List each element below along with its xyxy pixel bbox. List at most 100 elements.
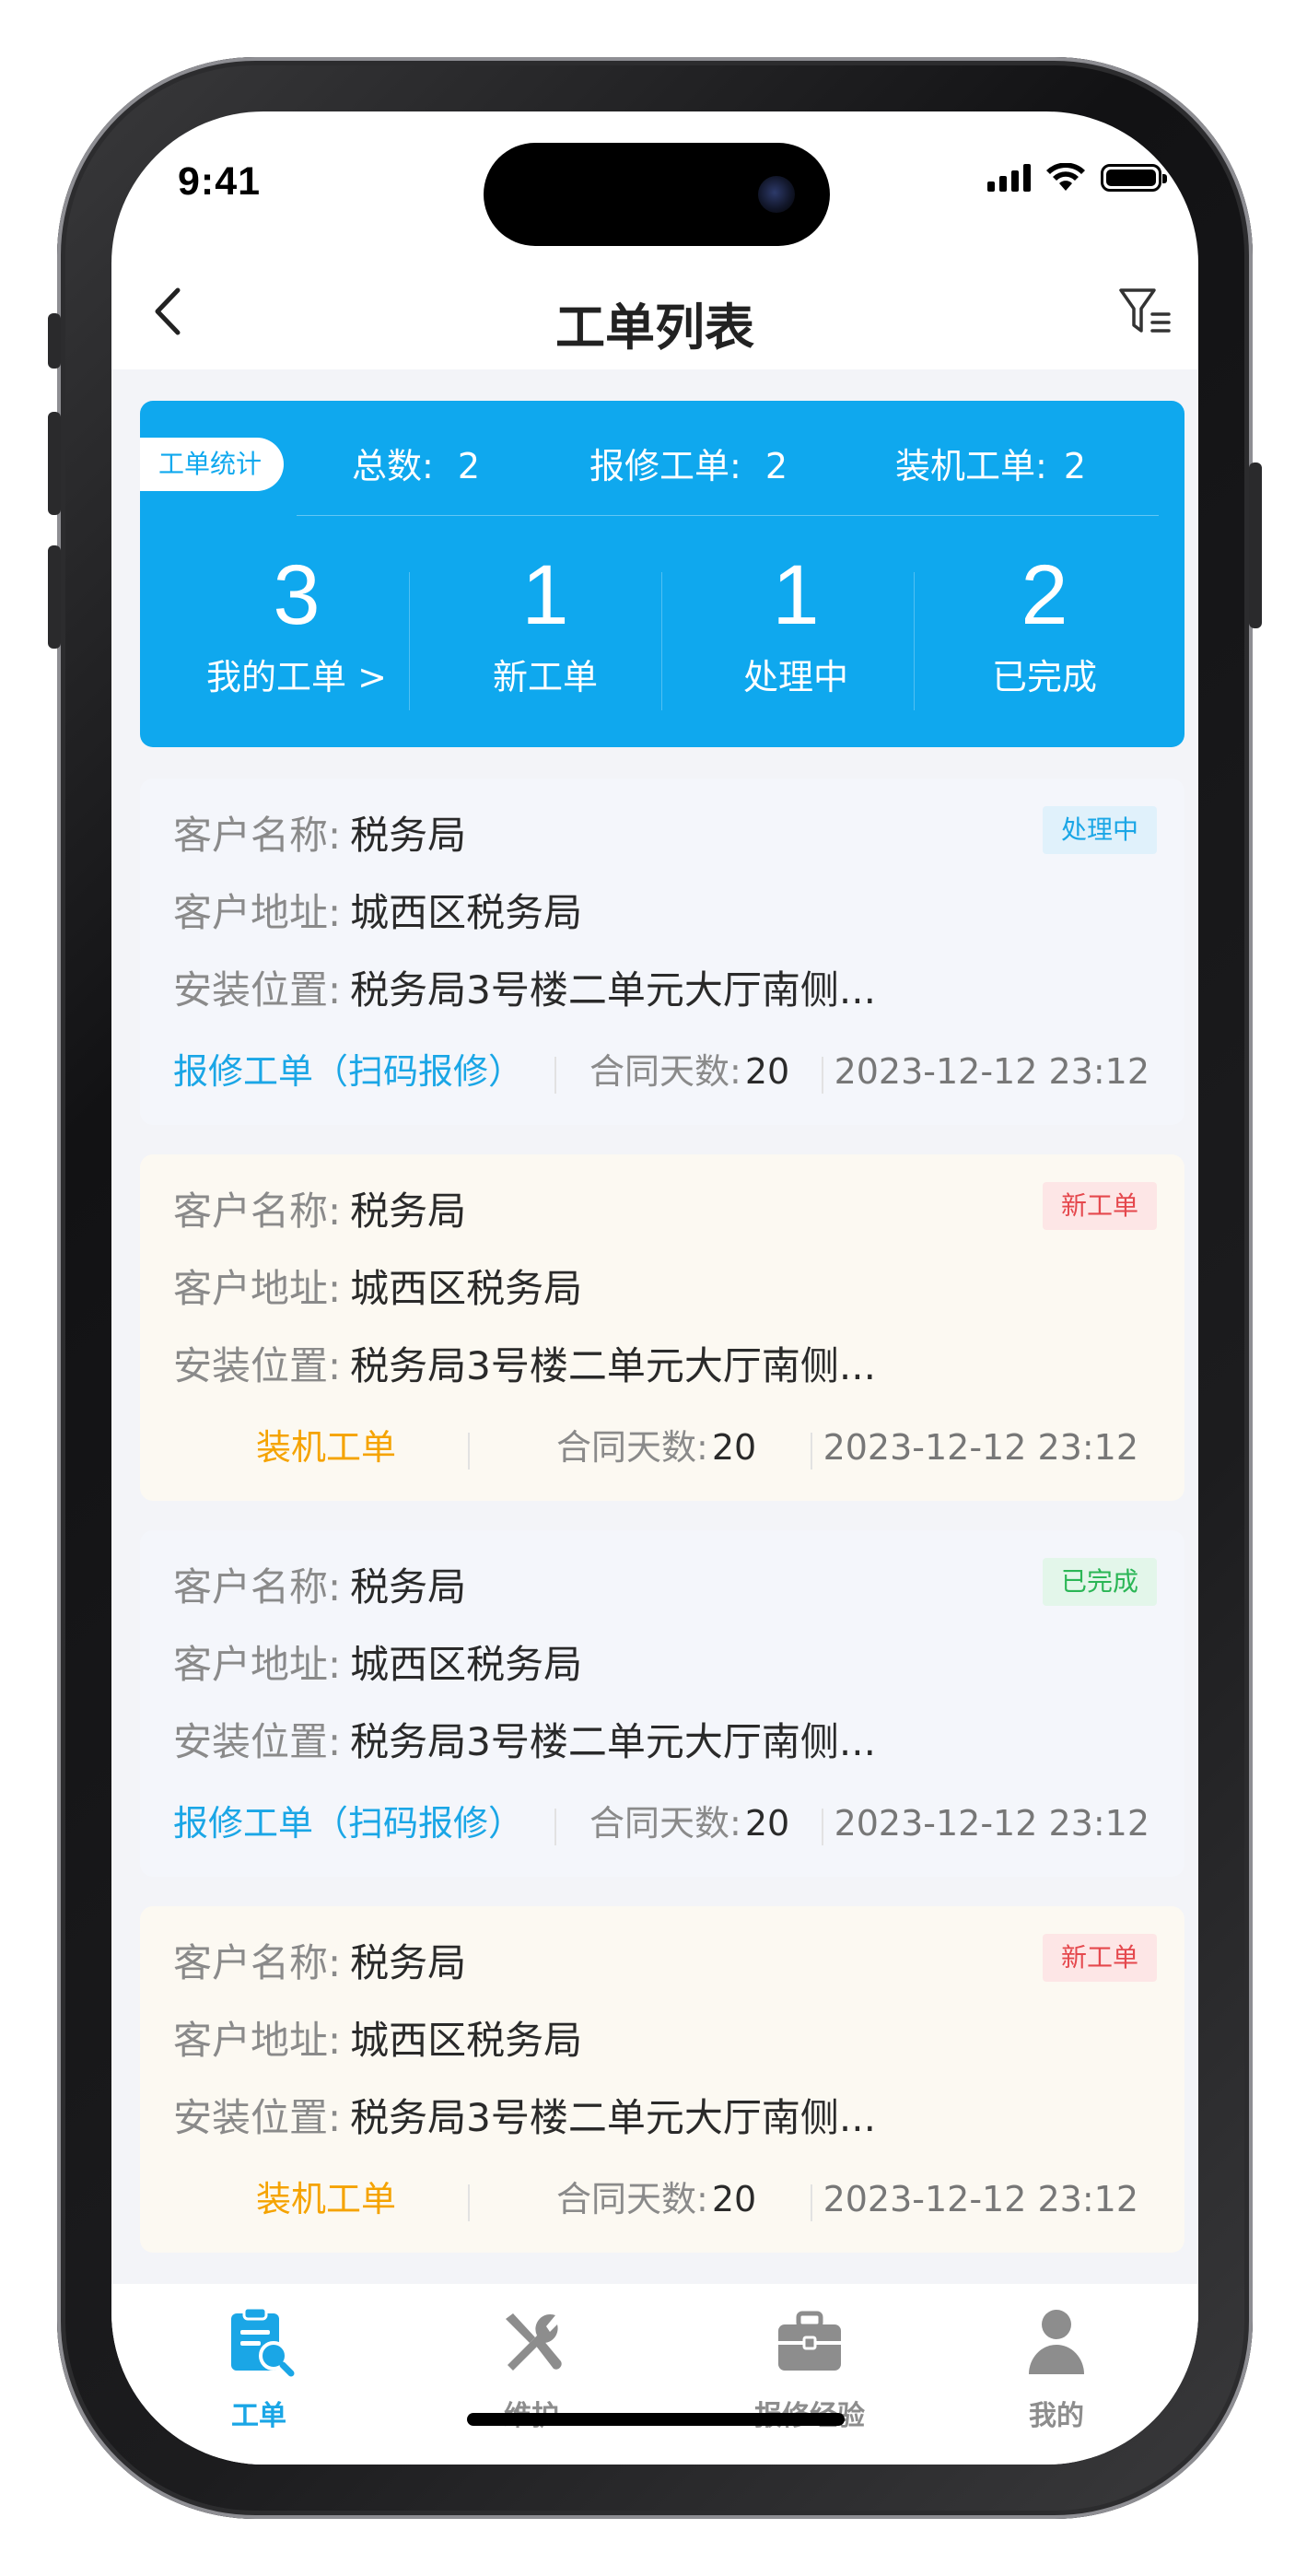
customer-name-row: 客户名称: 税务局	[173, 1936, 466, 1991]
tab-work-order[interactable]: 工单	[158, 2304, 360, 2433]
order-date: 2023-12-12 23:12	[823, 2179, 1138, 2219]
install-location-value: 税务局3号楼二单元大厅南侧...	[350, 1343, 876, 1388]
stat-label: 处理中	[742, 657, 848, 697]
contract-days-value: 20	[711, 2179, 757, 2219]
customer-name-label: 客户名称:	[173, 1940, 342, 1985]
stats-install-label: 装机工单:	[895, 446, 1047, 486]
customer-address-value: 城西区税务局	[350, 1266, 583, 1311]
contract-days-value: 20	[744, 1803, 790, 1844]
work-order-icon	[231, 2306, 295, 2377]
contract-days-label: 合同天数:	[556, 1427, 708, 1468]
contract-days-label: 合同天数:	[589, 1051, 741, 1092]
install-location-label: 安装位置:	[173, 1343, 342, 1388]
stats-card: 工单统计 总数: 2 报修工单: 2 装机工单: 2 3 我的工单 > 1 新工…	[140, 401, 1184, 747]
customer-address-row: 客户地址: 城西区税务局	[173, 2013, 582, 2068]
status-badge: 新工单	[1042, 1182, 1157, 1230]
stats-total: 总数: 2	[352, 439, 480, 493]
stat-new-orders[interactable]: 1 新工单	[426, 544, 665, 703]
power-button	[1249, 463, 1262, 628]
footer-separator	[554, 1057, 556, 1094]
stats-repair-value: 2	[764, 446, 788, 486]
stats-repair-label: 报修工单:	[589, 446, 741, 486]
customer-address-row: 客户地址: 城西区税务局	[173, 1637, 582, 1692]
contract-days: 合同天数: 20	[556, 2173, 756, 2225]
install-location-value: 税务局3号楼二单元大厅南侧...	[350, 1719, 876, 1764]
order-type: 装机工单	[256, 1427, 397, 1468]
footer-separator	[822, 1057, 823, 1094]
camera-icon	[758, 176, 795, 213]
home-indicator	[467, 2413, 845, 2426]
install-location-row: 安装位置: 税务局3号楼二单元大厅南侧...	[173, 1715, 876, 1770]
battery-icon	[1101, 164, 1167, 192]
stats-tag: 工单统计	[140, 438, 285, 491]
wrench-screwdriver-icon	[506, 2313, 562, 2371]
action-button	[48, 313, 61, 369]
footer-separator	[554, 1809, 556, 1845]
person-icon	[1029, 2310, 1084, 2374]
work-order-card[interactable]: 新工单 客户名称: 税务局 客户地址: 城西区税务局 安装位置: 税务局3号楼二单元大…	[140, 1154, 1184, 1501]
contract-days-value: 20	[711, 1427, 757, 1468]
customer-address-label: 客户地址:	[173, 890, 342, 935]
contract-days-label: 合同天数:	[556, 2179, 708, 2219]
status-icons	[987, 163, 1167, 193]
stat-value: 3	[273, 548, 321, 642]
customer-name-value: 税务局	[350, 813, 467, 858]
tab-label: 工单	[231, 2400, 286, 2432]
customer-address-label: 客户地址:	[173, 1266, 342, 1311]
install-location-value: 税务局3号楼二单元大厅南侧...	[350, 967, 876, 1013]
order-type: 报修工单（扫码报修）	[173, 1051, 524, 1092]
footer-separator	[811, 2184, 812, 2221]
install-location-label: 安装位置:	[173, 967, 342, 1013]
install-location-label: 安装位置:	[173, 1719, 342, 1764]
wifi-icon	[1046, 163, 1085, 191]
stat-my-orders[interactable]: 3 我的工单 >	[177, 544, 416, 703]
stats-install: 装机工单: 2	[895, 439, 1086, 493]
dynamic-island	[484, 143, 830, 246]
tab-mine[interactable]: 我的	[955, 2304, 1158, 2433]
order-date: 2023-12-12 23:12	[834, 1051, 1149, 1092]
customer-name-row: 客户名称: 税务局	[173, 1184, 466, 1239]
install-location-row: 安装位置: 税务局3号楼二单元大厅南侧...	[173, 1339, 876, 1394]
contract-days-value: 20	[744, 1051, 790, 1092]
footer-separator	[811, 1433, 812, 1469]
order-date: 2023-12-12 23:12	[823, 1427, 1138, 1468]
volume-up-button	[48, 412, 61, 515]
order-type: 装机工单	[256, 2179, 397, 2219]
tab-label: 我的	[1029, 2400, 1084, 2432]
status-badge: 已完成	[1042, 1558, 1157, 1606]
screen: 9:41 工单列表 工单统计 总数: 2 报修工单: 2 装机工单: 2 3 我…	[111, 111, 1198, 2465]
customer-name-value: 税务局	[350, 1564, 467, 1610]
install-location-label: 安装位置:	[173, 2095, 342, 2140]
customer-name-label: 客户名称:	[173, 813, 342, 858]
filter-icon	[1119, 288, 1171, 333]
stat-processing[interactable]: 1 处理中	[676, 544, 916, 703]
work-order-card[interactable]: 处理中 客户名称: 税务局 客户地址: 城西区税务局 安装位置: 税务局3号楼二单元大…	[140, 779, 1184, 1125]
page-title: 工单列表	[555, 299, 754, 357]
status-badge: 新工单	[1042, 1934, 1157, 1982]
stats-install-value: 2	[1063, 446, 1087, 486]
customer-address-value: 城西区税务局	[350, 2018, 583, 2063]
stats-total-label: 总数:	[352, 446, 434, 486]
contract-days: 合同天数: 20	[556, 1422, 756, 1473]
briefcase-icon	[778, 2311, 841, 2371]
stat-value: 2	[1021, 548, 1068, 642]
customer-name-row: 客户名称: 税务局	[173, 1560, 466, 1615]
filter-button[interactable]	[1117, 283, 1173, 342]
stat-completed[interactable]: 2 已完成	[925, 544, 1164, 703]
stat-label: 已完成	[991, 657, 1097, 697]
volume-down-button	[48, 545, 61, 649]
customer-address-row: 客户地址: 城西区税务局	[173, 885, 582, 941]
order-date: 2023-12-12 23:12	[834, 1803, 1149, 1844]
customer-address-value: 城西区税务局	[350, 890, 583, 935]
status-time: 9:41	[178, 159, 262, 204]
install-location-row: 安装位置: 税务局3号楼二单元大厅南侧...	[173, 963, 876, 1018]
contract-days-label: 合同天数:	[589, 1803, 741, 1844]
customer-address-label: 客户地址:	[173, 2018, 342, 2063]
contract-days: 合同天数: 20	[589, 1797, 789, 1849]
work-order-card[interactable]: 已完成 客户名称: 税务局 客户地址: 城西区税务局 安装位置: 税务局3号楼二单元大…	[140, 1530, 1184, 1877]
stats-divider	[297, 515, 1159, 516]
work-order-card[interactable]: 新工单 客户名称: 税务局 客户地址: 城西区税务局 安装位置: 税务局3号楼二单元大…	[140, 1906, 1184, 2253]
stat-value: 1	[521, 548, 569, 642]
stat-label: 我的工单 >	[206, 657, 387, 697]
contract-days: 合同天数: 20	[589, 1046, 789, 1097]
